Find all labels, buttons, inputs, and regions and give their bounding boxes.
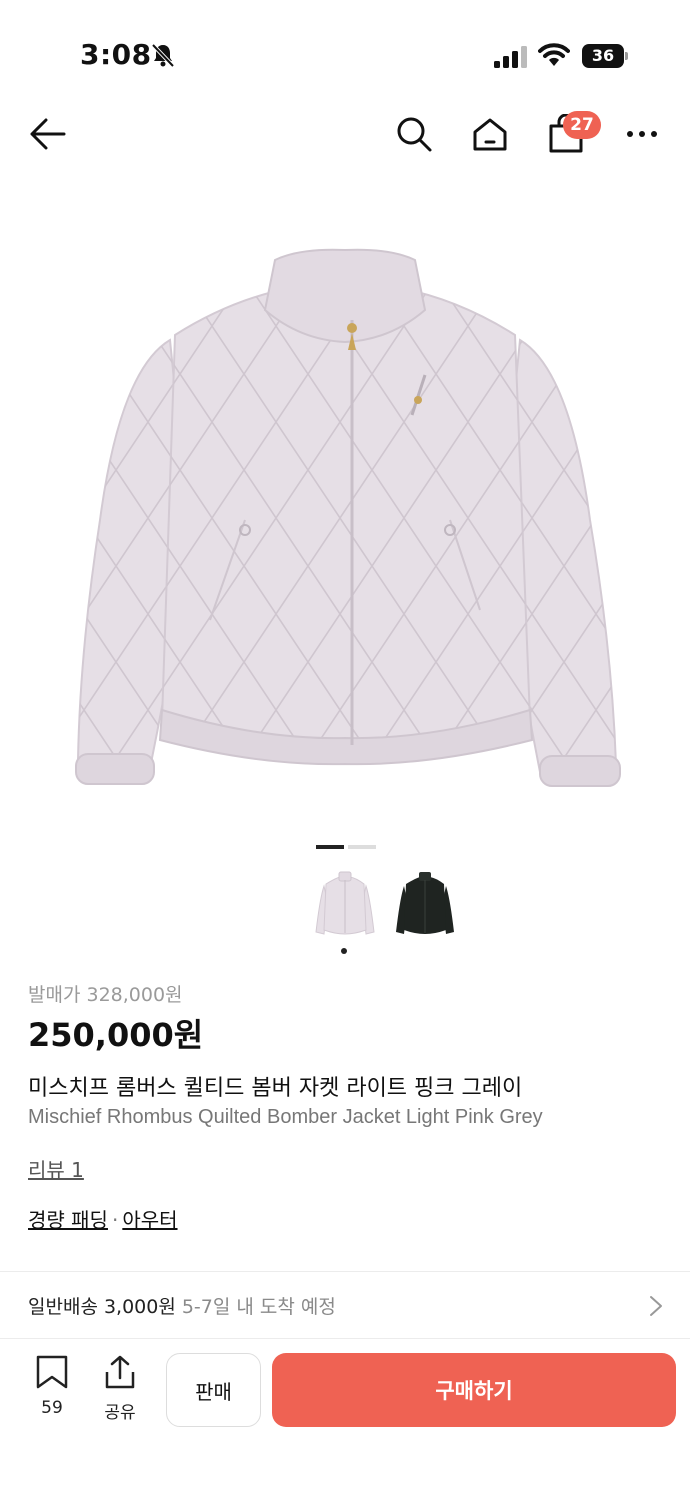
bookmark-icon (36, 1355, 68, 1389)
category-link-light-padding[interactable]: 경량 패딩 (28, 1208, 108, 1232)
chevron-right-icon (650, 1296, 662, 1316)
more-button[interactable] (618, 110, 666, 158)
battery-level: 36 (582, 44, 624, 68)
product-title-english: Mischief Rhombus Quilted Bomber Jacket L… (28, 1106, 543, 1128)
product-image[interactable] (0, 200, 690, 820)
category-breadcrumb: 경량 패딩 · 아우터 (28, 1204, 178, 1233)
battery-tip (625, 52, 628, 60)
arrow-left-icon (30, 118, 66, 150)
review-link[interactable]: 리뷰 1 (28, 1154, 84, 1183)
more-dots-icon (627, 131, 657, 137)
carousel-indicator-inactive (348, 845, 376, 849)
home-button[interactable] (466, 110, 514, 158)
shipping-info: 일반배송 3,000원 5-7일 내 도착 예정 (28, 1292, 336, 1319)
thumbnail-black[interactable] (390, 868, 460, 944)
cellular-signal-icon (494, 46, 527, 68)
shipping-row[interactable]: 일반배송 3,000원 5-7일 내 도착 예정 (0, 1272, 690, 1338)
share-icon (105, 1355, 135, 1389)
category-link-outer[interactable]: 아우터 (122, 1208, 177, 1232)
shipping-eta: 5-7일 내 도착 예정 (181, 1296, 336, 1318)
sell-button[interactable]: 판매 (166, 1353, 261, 1427)
home-icon (473, 118, 507, 151)
battery-indicator: 36 (582, 44, 628, 68)
release-price: 발매가 328,000원 (28, 984, 183, 1006)
share-label: 공유 (104, 1403, 136, 1423)
wifi-icon (538, 43, 570, 66)
color-thumbnails (310, 868, 470, 958)
share-button[interactable]: 공유 (92, 1354, 148, 1434)
back-button[interactable] (24, 110, 72, 158)
search-icon (397, 117, 432, 152)
cart-count-badge: 27 (563, 111, 601, 139)
carousel-indicator-active (316, 845, 344, 849)
product-title-korean: 미스치프 롬버스 퀼티드 봄버 자켓 라이트 핑크 그레이 (28, 1076, 523, 1101)
bottom-action-bar: 59 공유 판매 구매하기 (0, 1340, 690, 1500)
selected-thumbnail-dot (341, 948, 347, 954)
buy-button[interactable]: 구매하기 (272, 1353, 676, 1427)
carousel-indicator (316, 845, 376, 849)
wishlist-button[interactable]: 59 (24, 1354, 80, 1434)
status-bar: 3:08 36 (0, 0, 690, 100)
category-separator: · (111, 1208, 119, 1232)
bell-muted-icon (151, 43, 175, 68)
shipping-fee: 일반배송 3,000원 (28, 1296, 176, 1318)
status-time: 3:08 (80, 38, 152, 71)
search-button[interactable] (390, 110, 438, 158)
divider (0, 1338, 690, 1339)
thumbnail-light-pink[interactable] (310, 868, 380, 944)
wishlist-count: 59 (41, 1398, 63, 1418)
current-price: 250,000원 (28, 1016, 204, 1054)
